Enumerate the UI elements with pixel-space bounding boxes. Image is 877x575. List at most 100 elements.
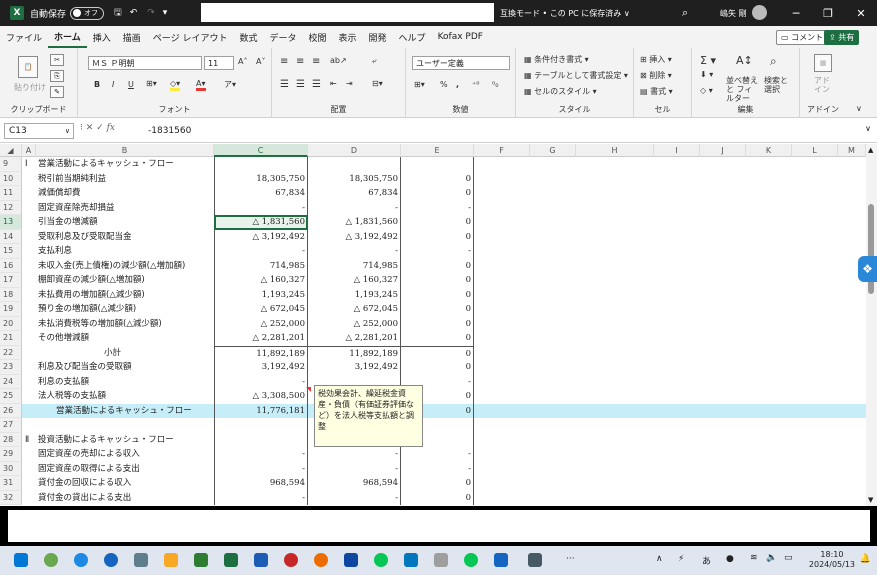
column-header-b[interactable]: B xyxy=(36,144,214,157)
cell-b[interactable]: 棚卸資産の減少額(△増加額) xyxy=(38,273,145,288)
cell-e[interactable]: 0 xyxy=(401,476,474,491)
cell-c[interactable]: △ 2,281,201 xyxy=(214,331,308,346)
font-color-icon[interactable]: A▾ xyxy=(196,79,206,91)
app-icon-10[interactable] xyxy=(528,553,542,567)
select-all-corner[interactable]: ◢ xyxy=(0,144,22,157)
row-header[interactable]: 14 xyxy=(0,229,22,244)
cell-b[interactable]: 営業活動によるキャッシュ・フロー xyxy=(56,404,192,419)
cell-e[interactable] xyxy=(401,157,474,172)
conditional-format-button[interactable]: ▦ 条件付き書式 ▾ xyxy=(524,54,589,65)
cell-e[interactable]: 0 xyxy=(401,186,474,201)
column-header-g[interactable]: G xyxy=(530,144,576,157)
cell-e[interactable]: - xyxy=(401,200,474,215)
close-icon[interactable]: ✕ xyxy=(845,0,877,26)
wrap-text-icon[interactable]: ⤶ xyxy=(372,56,376,66)
cell-e[interactable]: - xyxy=(401,447,474,462)
border-icon[interactable]: ⊞▾ xyxy=(146,79,157,88)
autosave-toggle[interactable]: オフ xyxy=(70,6,105,20)
cell-b[interactable]: その他増減額 xyxy=(38,331,89,346)
expand-formula-icon[interactable]: ∨ xyxy=(865,124,871,133)
cell-c[interactable]: 11,892,189 xyxy=(214,345,308,360)
align-right-icon[interactable]: ☰ xyxy=(312,79,321,90)
user-name[interactable]: 嶋矢 剛 xyxy=(720,8,747,19)
cell-b[interactable]: 営業活動によるキャッシュ・フロー xyxy=(38,157,174,172)
tray-dot-icon[interactable]: ● xyxy=(726,554,734,564)
cell-e[interactable]: 0 xyxy=(401,360,474,375)
app-icon-1[interactable] xyxy=(44,553,58,567)
cell-b[interactable]: 税引前当期純利益 xyxy=(38,172,106,187)
restore-icon[interactable]: ❐ xyxy=(812,0,844,26)
addins-button-label[interactable]: アド イン xyxy=(814,76,834,94)
cell-c[interactable]: - xyxy=(214,244,308,259)
align-bottom-icon[interactable]: ≡ xyxy=(312,56,320,67)
cell-b[interactable]: 固定資産の売却による収入 xyxy=(38,447,140,462)
tab-draw[interactable]: 描画 xyxy=(117,26,147,48)
cell-c[interactable]: △ 3,308,500 xyxy=(214,389,308,404)
increase-decimal-icon[interactable]: ⁺⁰ xyxy=(472,80,479,89)
search-icon[interactable]: ⌕ xyxy=(682,6,688,20)
column-header-j[interactable]: J xyxy=(700,144,746,157)
percent-icon[interactable]: % xyxy=(440,80,448,89)
vertical-scrollbar[interactable]: ▲ ▼ xyxy=(866,144,877,506)
tab-insert[interactable]: 挿入 xyxy=(87,26,117,48)
row-header[interactable]: 9 xyxy=(0,157,22,172)
cell-c[interactable]: △ 1,831,560 xyxy=(214,215,308,230)
name-box[interactable]: C13 ∨ xyxy=(4,123,74,139)
row-header[interactable]: 15 xyxy=(0,244,22,259)
cell-d[interactable]: △ 160,327 xyxy=(308,273,401,288)
tab-home[interactable]: ホーム xyxy=(48,26,87,48)
tray-chevron-icon[interactable]: ∧ xyxy=(656,554,663,564)
cell-d[interactable]: △ 3,192,492 xyxy=(308,229,401,244)
column-header-i[interactable]: I xyxy=(654,144,700,157)
comments-button[interactable]: ▭ コメント xyxy=(776,30,829,45)
cell-c[interactable] xyxy=(214,418,308,433)
column-header-e[interactable]: E xyxy=(401,144,474,157)
cell-d[interactable]: 11,892,189 xyxy=(308,345,401,360)
orientation-icon[interactable]: ab↗ xyxy=(330,56,347,65)
app-icon-3[interactable] xyxy=(134,553,148,567)
tab-formulas[interactable]: 数式 xyxy=(233,26,263,48)
word-taskbar-icon[interactable] xyxy=(254,553,268,567)
row-header[interactable]: 26 xyxy=(0,403,22,418)
cell-e[interactable]: 0 xyxy=(401,287,474,302)
undo-icon[interactable]: ↶ xyxy=(130,0,138,26)
merge-center-icon[interactable]: ⊟▾ xyxy=(372,79,383,88)
format-painter-icon[interactable]: ✎ xyxy=(50,86,64,98)
battery-icon[interactable]: ▭ xyxy=(784,553,793,563)
chrome-icon[interactable] xyxy=(314,553,328,567)
sort-filter-label[interactable]: 並べ替えと フィルター xyxy=(726,76,760,103)
row-header[interactable]: 31 xyxy=(0,476,22,491)
row-header[interactable]: 28 xyxy=(0,432,22,447)
cell-e[interactable]: 0 xyxy=(401,258,474,273)
format-cells-button[interactable]: ▤ 書式 ▾ xyxy=(640,86,673,97)
save-icon[interactable]: 🖫 xyxy=(114,0,122,26)
cell-d[interactable] xyxy=(308,157,401,172)
align-center-icon[interactable]: ☰ xyxy=(296,79,305,90)
clear-icon[interactable]: ◇ ▾ xyxy=(700,86,713,95)
avatar[interactable] xyxy=(752,5,767,20)
cell-d[interactable]: - xyxy=(308,461,401,476)
column-header-a[interactable]: A xyxy=(22,144,36,157)
tab-review[interactable]: 校閲 xyxy=(303,26,333,48)
tab-file[interactable]: ファイル xyxy=(0,26,48,48)
row-header[interactable]: 30 xyxy=(0,461,22,476)
row-header[interactable]: 18 xyxy=(0,287,22,302)
cell-e[interactable]: - xyxy=(401,244,474,259)
cell-c[interactable]: - xyxy=(214,200,308,215)
cell-b[interactable]: 未収入金(売上債権)の減少額(△増加額) xyxy=(38,259,185,274)
cell-d[interactable]: 3,192,492 xyxy=(308,360,401,375)
font-size-select[interactable]: 11 xyxy=(204,56,234,70)
cell-b[interactable]: 未払消費税等の増加額(△減少額) xyxy=(38,317,162,332)
find-select-icon[interactable]: ⌕ xyxy=(770,54,777,69)
row-header[interactable]: 10 xyxy=(0,171,22,186)
delete-cells-button[interactable]: ⊠ 削除 ▾ xyxy=(640,70,672,81)
redo-icon[interactable]: ↷ xyxy=(147,0,155,26)
row-header[interactable]: 13 xyxy=(0,215,22,230)
ime-indicator[interactable]: あ xyxy=(702,554,711,567)
insert-cells-button[interactable]: ⊞ 挿入 ▾ xyxy=(640,54,672,65)
row-header[interactable]: 17 xyxy=(0,273,22,288)
cell-c[interactable] xyxy=(214,432,308,447)
row-header[interactable]: 11 xyxy=(0,186,22,201)
volume-icon[interactable]: 🔈 xyxy=(766,553,777,563)
sort-filter-icon[interactable]: A↕ xyxy=(736,54,753,67)
